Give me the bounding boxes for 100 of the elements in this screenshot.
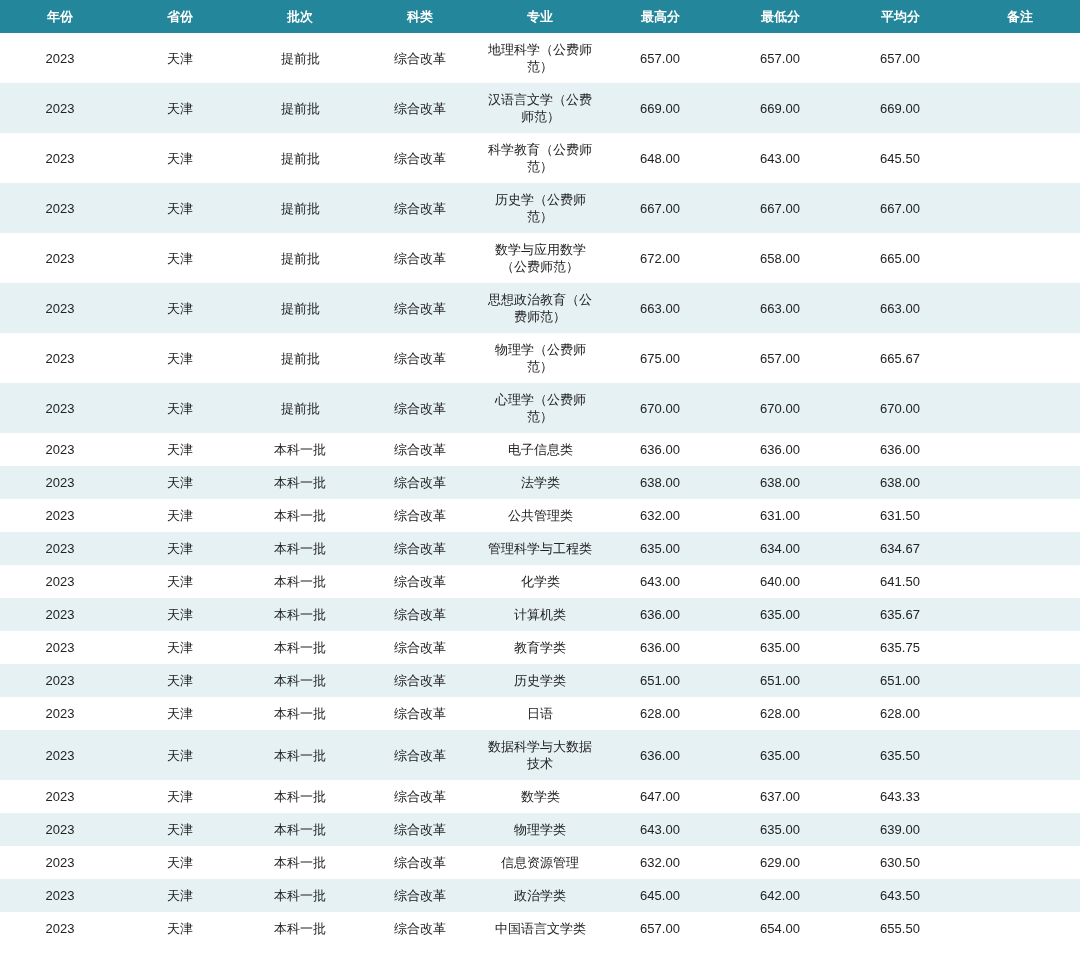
table-cell: 670.00 xyxy=(880,399,920,417)
table-cell: 675.00 xyxy=(640,349,680,367)
table-cell: 637.00 xyxy=(760,788,800,805)
table-cell: 化学类 xyxy=(520,573,560,590)
table-cell: 本科一批 xyxy=(274,441,326,458)
table-cell: 计算机类 xyxy=(514,606,566,623)
table-cell: 2023 xyxy=(45,821,75,838)
table-cell: 本科一批 xyxy=(274,540,326,557)
column-header: 年份 xyxy=(47,8,73,24)
table-cell: 657.00 xyxy=(760,349,800,367)
table-cell: 本科一批 xyxy=(274,788,326,805)
column-header: 科类 xyxy=(407,8,433,24)
table-cell-text: 思想政治教育（公费师范） xyxy=(487,291,593,325)
table-cell: 641.50 xyxy=(880,573,920,590)
table-cell: 2023 xyxy=(45,639,75,656)
table-cell: 639.00 xyxy=(880,821,920,838)
table-cell: 天津 xyxy=(167,99,193,117)
table-cell: 635.00 xyxy=(760,746,800,764)
table-cell: 655.50 xyxy=(880,920,920,937)
table-cell: 提前批 xyxy=(280,299,320,317)
table-cell: 天津 xyxy=(167,399,193,417)
column-header: 备注 xyxy=(1007,8,1033,24)
table-cell-text: 数据科学与大数据技术 xyxy=(487,738,593,772)
table-cell: 法学类 xyxy=(520,474,560,491)
table-cell: 天津 xyxy=(167,299,193,317)
table-cell: 654.00 xyxy=(760,920,800,937)
table-cell: 635.75 xyxy=(880,639,920,656)
table-cell: 综合改革 xyxy=(394,887,446,904)
table-cell: 综合改革 xyxy=(394,705,446,722)
table-cell: 643.33 xyxy=(880,788,920,805)
table-cell: 638.00 xyxy=(640,474,680,491)
table-cell: 2023 xyxy=(45,507,75,524)
table-cell: 天津 xyxy=(167,149,193,167)
table-cell: 综合改革 xyxy=(394,821,446,838)
table-cell: 本科一批 xyxy=(274,474,326,491)
table-cell: 657.00 xyxy=(640,920,680,937)
table-cell: 天津 xyxy=(167,49,193,67)
table-cell-text: 科学教育（公费师范） xyxy=(487,141,593,175)
table-cell: 638.00 xyxy=(880,474,920,491)
table-cell: 634.00 xyxy=(760,540,800,557)
table-cell: 2023 xyxy=(45,540,75,557)
table-cell: 提前批 xyxy=(280,149,320,167)
table-cell: 663.00 xyxy=(760,299,800,317)
table-cell: 综合改革 xyxy=(394,49,446,67)
table-cell: 667.00 xyxy=(640,199,680,217)
table-cell: 提前批 xyxy=(280,99,320,117)
table-cell: 643.00 xyxy=(640,573,680,590)
table-cell: 天津 xyxy=(167,606,193,623)
table-cell: 公共管理类 xyxy=(507,507,573,524)
table-cell: 2023 xyxy=(45,788,75,805)
table-cell: 635.00 xyxy=(760,606,800,623)
table-cell: 综合改革 xyxy=(394,149,446,167)
table-cell: 综合改革 xyxy=(394,441,446,458)
table-cell: 天津 xyxy=(167,540,193,557)
table-cell: 天津 xyxy=(167,349,193,367)
table-cell: 本科一批 xyxy=(274,573,326,590)
table-cell: 本科一批 xyxy=(274,672,326,689)
table-cell: 天津 xyxy=(167,249,193,267)
table-cell: 综合改革 xyxy=(394,672,446,689)
table-cell: 669.00 xyxy=(760,99,800,117)
table-cell: 629.00 xyxy=(760,854,800,871)
table-cell: 天津 xyxy=(167,199,193,217)
table-cell: 670.00 xyxy=(640,399,680,417)
table-cell: 天津 xyxy=(167,639,193,656)
column-header: 最高分 xyxy=(640,8,680,24)
table-cell-text: 物理学（公费师范） xyxy=(493,341,587,375)
table-cell: 2023 xyxy=(45,149,75,167)
table-cell: 651.00 xyxy=(760,672,800,689)
table-cell: 635.00 xyxy=(760,821,800,838)
table-cell: 635.00 xyxy=(640,540,680,557)
table-cell: 645.50 xyxy=(880,149,920,167)
table-cell: 2023 xyxy=(45,920,75,937)
table-cell: 643.00 xyxy=(760,149,800,167)
table-cell: 综合改革 xyxy=(394,199,446,217)
table-cell: 2023 xyxy=(45,49,75,67)
table-cell: 综合改革 xyxy=(394,854,446,871)
table-cell: 本科一批 xyxy=(274,746,326,764)
table-cell: 2023 xyxy=(45,854,75,871)
table-cell: 本科一批 xyxy=(274,887,326,904)
table-cell: 提前批 xyxy=(280,49,320,67)
table-cell: 2023 xyxy=(45,474,75,491)
table-cell: 天津 xyxy=(167,887,193,904)
table-cell: 636.00 xyxy=(760,441,800,458)
table-cell: 636.00 xyxy=(640,606,680,623)
table-cell: 天津 xyxy=(167,573,193,590)
table-cell: 647.00 xyxy=(640,788,680,805)
table-cell: 2023 xyxy=(45,672,75,689)
table-cell: 665.00 xyxy=(880,249,920,267)
table-cell: 663.00 xyxy=(640,299,680,317)
table-cell: 667.00 xyxy=(880,199,920,217)
table-cell: 本科一批 xyxy=(274,920,326,937)
table-cell: 天津 xyxy=(167,821,193,838)
table-cell: 642.00 xyxy=(760,887,800,904)
table-cell: 教育学类 xyxy=(514,639,566,656)
table-cell: 2023 xyxy=(45,399,75,417)
table-cell: 669.00 xyxy=(880,99,920,117)
table-cell: 667.00 xyxy=(760,199,800,217)
table-cell: 636.00 xyxy=(640,746,680,764)
table-cell: 663.00 xyxy=(880,299,920,317)
table-cell: 648.00 xyxy=(640,149,680,167)
